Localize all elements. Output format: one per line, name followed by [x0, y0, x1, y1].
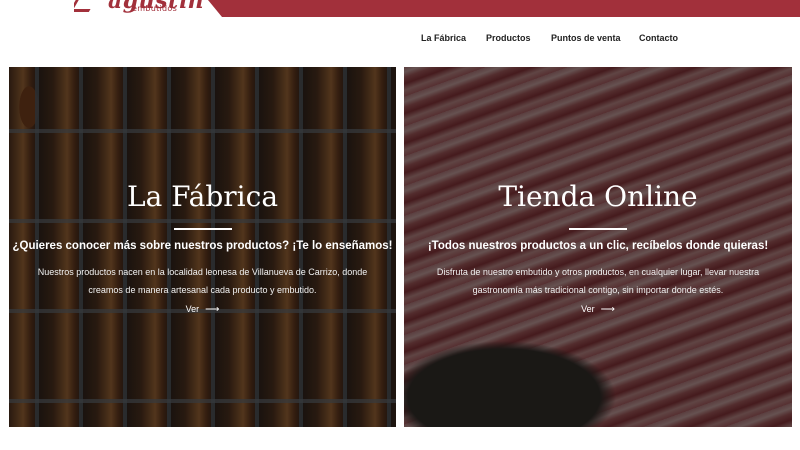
title-divider [569, 228, 627, 230]
card-link-label: Ver [185, 304, 200, 314]
card-title: La Fábrica [126, 180, 279, 213]
arrow-right-icon: ⟶ [205, 304, 220, 315]
card-heading: ¿Quieres conocer más sobre nuestros prod… [12, 240, 393, 252]
card-view-link[interactable]: Ver ⟶ [186, 304, 220, 315]
card-content: La Fábrica ¿Quieres conocer más sobre nu… [9, 179, 396, 317]
brand-band [208, 0, 800, 17]
title-divider [173, 228, 232, 230]
site-logo[interactable]: agustín embutidos [74, 0, 224, 17]
nav-item-contacto[interactable]: Contacto [639, 33, 678, 43]
card-content: Tienda Online ¡Todos nuestros productos … [404, 179, 792, 317]
logo-subtitle: embutidos [132, 4, 178, 13]
nav-item-productos[interactable]: Productos [486, 33, 531, 43]
arrow-right-icon: ⟶ [600, 304, 615, 315]
card-title: Tienda Online [498, 180, 698, 213]
nav-item-puntos-de-venta[interactable]: Puntos de venta [551, 33, 621, 43]
main-nav: La Fábrica Productos Puntos de venta Con… [0, 33, 800, 45]
card-view-link[interactable]: Ver ⟶ [581, 304, 615, 315]
card-link-label: Ver [581, 304, 595, 314]
card-la-fabrica[interactable]: La Fábrica ¿Quieres conocer más sobre nu… [9, 67, 396, 427]
logo-mark-icon [74, 0, 100, 12]
nav-item-la-fabrica[interactable]: La Fábrica [421, 33, 466, 43]
card-description: Nuestros productos nacen en la localidad… [37, 267, 368, 295]
card-description: Disfruta de nuestro embutido y otros pro… [436, 267, 760, 295]
card-heading: ¡Todos nuestros productos a un clic, rec… [427, 240, 769, 252]
card-tienda-online[interactable]: Tienda Online ¡Todos nuestros productos … [404, 67, 792, 427]
